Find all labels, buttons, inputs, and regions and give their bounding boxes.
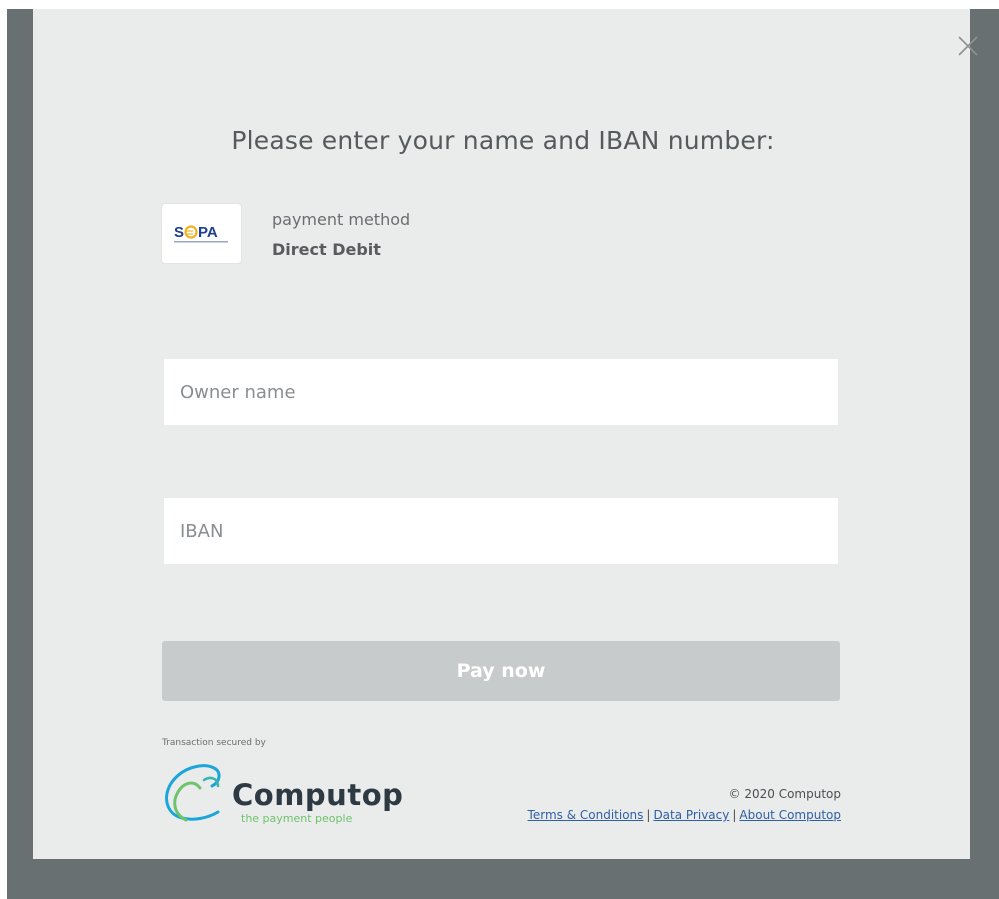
link-separator: |: [646, 808, 651, 822]
sepa-logo: S PA: [162, 204, 241, 263]
about-link[interactable]: About Computop: [739, 808, 841, 822]
payment-method-label: payment method: [272, 210, 411, 229]
computop-logo: Computop the payment people: [160, 758, 404, 828]
dialog-title: Please enter your name and IBAN number:: [231, 126, 775, 155]
iban-input[interactable]: [164, 498, 838, 564]
sepa-logo-icon: S PA: [174, 224, 228, 243]
computop-swirl-icon: [165, 764, 221, 822]
page-top-strip: [0, 0, 999, 9]
link-separator: |: [732, 808, 737, 822]
svg-text:PA: PA: [198, 224, 218, 241]
svg-text:S: S: [174, 224, 184, 241]
privacy-link[interactable]: Data Privacy: [653, 808, 729, 822]
close-icon: [958, 36, 978, 56]
brand-name: Computop: [232, 778, 404, 812]
close-button[interactable]: [953, 31, 983, 61]
secured-label: Transaction secured by: [162, 738, 266, 748]
footer-links: Terms & Conditions | Data Privacy | About Co…: [528, 808, 841, 822]
payment-method-value: Direct Debit: [272, 240, 381, 259]
copyright: © 2020 Computop: [728, 787, 841, 801]
brand-tagline: the payment people: [241, 812, 353, 825]
pay-now-button[interactable]: Pay now: [162, 641, 840, 701]
owner-name-input[interactable]: [164, 359, 838, 425]
terms-link[interactable]: Terms & Conditions: [528, 808, 644, 822]
